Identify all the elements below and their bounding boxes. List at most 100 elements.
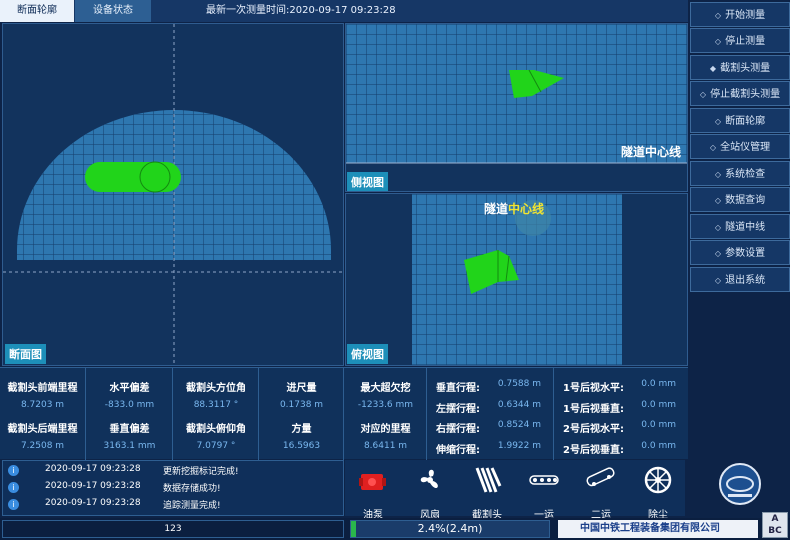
- stroke-key: 左摆行程:: [436, 404, 480, 415]
- tab-section-profile[interactable]: 断面轮廓: [0, 0, 74, 22]
- conveyor-2-status[interactable]: 二运: [576, 464, 626, 521]
- stat-value: 8.6411 m: [363, 441, 408, 451]
- sidebar-label: 断面轮廓: [725, 116, 766, 127]
- sidebar-label: 数据查询: [725, 195, 766, 206]
- cutter-head-status[interactable]: 截割头: [462, 464, 512, 521]
- stroke-row: 右摆行程: 0.8524 m: [428, 420, 553, 440]
- log-message: 更新挖掘标记完成!: [163, 467, 239, 477]
- top-view-label: 俯视图: [347, 344, 388, 364]
- progress-text: 2.4%(2.4m): [417, 522, 483, 535]
- section-profile-button[interactable]: ◇ 断面轮廓: [690, 108, 790, 133]
- company-name: 中国中铁工程装备集团有限公司: [558, 520, 758, 538]
- message-log[interactable]: i 2020-09-17 09:23:28 更新挖掘标记完成! i 2020-0…: [2, 460, 344, 516]
- stroke-value: 0.8524 m: [497, 420, 541, 430]
- diamond-icon: ◇: [714, 37, 722, 46]
- sidebar-label: 退出系统: [725, 275, 766, 286]
- status-bar: 123 2.4%(2.4m) 中国中铁工程装备集团有限公司: [0, 518, 790, 540]
- diamond-icon: ◇: [714, 11, 722, 20]
- diamond-icon: ◇: [699, 90, 707, 99]
- stat-value: 3163.1 mm: [103, 441, 156, 451]
- company-logo: [690, 460, 790, 518]
- measurement-stats: 截割头前端里程 8.7203 m 截割头后端里程 7.2508 m 水平偏差 -…: [0, 367, 688, 460]
- sidebar-label: 停止截割头测量: [710, 89, 781, 100]
- side-tunnel-center-label: 隧道中心线: [621, 145, 682, 159]
- stat-value: 88.3117 °: [193, 400, 239, 410]
- stat-label: 截割头后端里程: [7, 424, 78, 435]
- top-tunnel-center-text: 隧道中心线: [484, 202, 545, 216]
- info-icon: i: [8, 499, 19, 510]
- stroke-key: 右摆行程:: [436, 424, 480, 435]
- conveyor-1-status[interactable]: 一运: [519, 464, 569, 521]
- stroke-row: 左摆行程: 0.6344 m: [428, 400, 553, 420]
- data-query-button[interactable]: ◇ 数据查询: [690, 187, 790, 212]
- stat-label: 截割头俯仰角: [186, 424, 246, 435]
- top-view-canvas: [412, 194, 622, 365]
- stat-label: 水平偏差: [109, 383, 150, 394]
- stat-value: 8.7203 m: [20, 400, 65, 410]
- oil-pump-status[interactable]: 油泵: [348, 464, 398, 521]
- backsight-row: 2号后视水平: 0.0 mm: [555, 420, 688, 440]
- stat-column-angle: 截割头方位角 88.3117 ° 截割头俯仰角 7.0797 °: [174, 368, 259, 460]
- cutter-measure-button[interactable]: ◆ 截割头测量: [690, 55, 790, 80]
- dust-wheel-icon: [644, 466, 672, 494]
- stroke-value: 0.7588 m: [497, 379, 541, 389]
- tunnel-centerline-button[interactable]: ◇ 隧道中线: [690, 214, 790, 239]
- stroke-row: 伸缩行程: 1.9922 m: [428, 441, 553, 461]
- crec-logo-icon: [719, 463, 761, 505]
- stat-label: 截割头前端里程: [7, 383, 78, 394]
- dust-removal-status[interactable]: 除尘: [633, 464, 683, 521]
- stroke-row: 垂直行程: 0.7588 m: [428, 379, 553, 399]
- side-view-panel: 侧视图 隧道中心线: [345, 23, 688, 192]
- backsight-row: 1号后视垂直: 0.0 mm: [555, 400, 688, 420]
- stat-label: 截割头方位角: [186, 383, 246, 394]
- start-measure-button[interactable]: ◇ 开始测量: [690, 2, 790, 27]
- input-method-button[interactable]: A BC: [762, 512, 788, 538]
- equipment-status-bar: 油泵 风扇 截割头 一运 二运 除尘: [345, 460, 685, 521]
- log-entry: i 2020-09-17 09:23:28 追踪测量完成!: [3, 497, 343, 513]
- backsight-key: 1号后视垂直:: [563, 404, 624, 415]
- section-view-panel: 断面图: [2, 23, 344, 366]
- total-station-button[interactable]: ◇ 全站仪管理: [690, 134, 790, 159]
- backsight-value: 0.0 mm: [641, 441, 676, 451]
- stat-value: 7.2508 m: [20, 441, 65, 451]
- stat-label: 进尺量: [286, 383, 317, 394]
- stat-value: 0.1738 m: [279, 400, 324, 410]
- fan-icon: [420, 469, 438, 489]
- info-icon: i: [8, 482, 19, 493]
- stat-label: 对应的里程: [360, 424, 411, 435]
- stop-cutter-measure-button[interactable]: ◇ 停止截割头测量: [690, 81, 790, 106]
- stat-column-mileage: 截割头前端里程 8.7203 m 截割头后端里程 7.2508 m: [0, 368, 86, 460]
- backsight-row: 2号后视垂直: 0.0 mm: [555, 441, 688, 461]
- stat-column-deviation: 水平偏差 -833.0 mm 垂直偏差 3163.1 mm: [87, 368, 173, 460]
- log-time: 2020-09-17 09:23:28: [45, 464, 141, 474]
- top-tab-bar: 断面轮廓 设备状态 最新一次测量时间:2020-09-17 09:23:28: [0, 0, 688, 22]
- stop-measure-button[interactable]: ◇ 停止测量: [690, 28, 790, 53]
- sidebar-label: 停止测量: [725, 36, 766, 47]
- system-check-button[interactable]: ◇ 系统检查: [690, 161, 790, 186]
- section-view-label: 断面图: [5, 344, 46, 364]
- parameter-settings-button[interactable]: ◇ 参数设置: [690, 240, 790, 265]
- backsight-row: 1号后视水平: 0.0 mm: [555, 379, 688, 399]
- stat-value: -1233.6 mm: [357, 400, 414, 410]
- stat-column-backsight: 1号后视水平: 0.0 mm 1号后视垂直: 0.0 mm 2号后视水平: 0.0 m…: [555, 368, 688, 460]
- cutter-head-section: [85, 162, 181, 192]
- tab-equipment-status[interactable]: 设备状态: [75, 0, 151, 22]
- sidebar-label: 开始测量: [725, 10, 766, 21]
- backsight-value: 0.0 mm: [641, 379, 676, 389]
- stroke-key: 伸缩行程:: [436, 445, 480, 456]
- progress-fill: [351, 521, 356, 537]
- backsight-value: 0.0 mm: [641, 420, 676, 430]
- diamond-icon: ◇: [714, 276, 722, 285]
- diamond-icon: ◇: [714, 170, 722, 179]
- sidebar-label: 系统检查: [725, 169, 766, 180]
- exit-system-button[interactable]: ◇ 退出系统: [690, 267, 790, 292]
- fan-status[interactable]: 风扇: [405, 464, 455, 521]
- stroke-key: 垂直行程:: [436, 383, 480, 394]
- log-entry: i 2020-09-17 09:23:28 数据存储成功!: [3, 480, 343, 496]
- stat-label: 方量: [291, 424, 312, 435]
- stat-column-stroke: 垂直行程: 0.7588 m 左摆行程: 0.6344 m 右摆行程: 0.8524 …: [428, 368, 554, 460]
- stroke-value: 1.9922 m: [497, 441, 541, 451]
- diamond-filled-icon: ◆: [709, 64, 717, 73]
- diamond-icon: ◇: [709, 143, 717, 152]
- log-time: 2020-09-17 09:23:28: [45, 498, 141, 508]
